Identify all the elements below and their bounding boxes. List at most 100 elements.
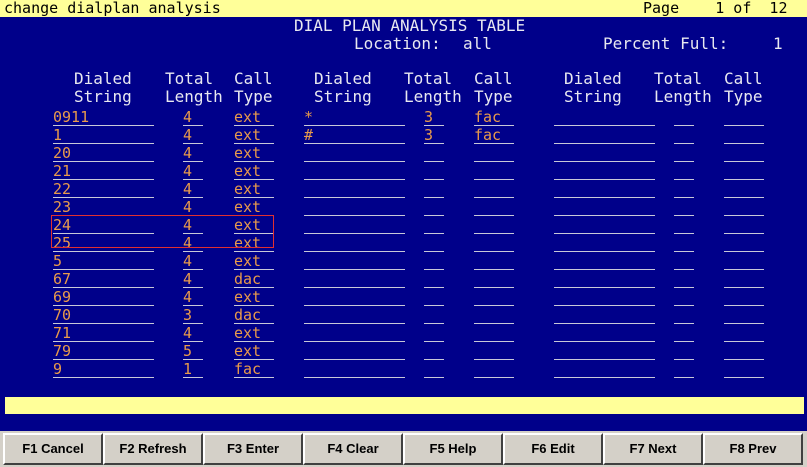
total-length-field[interactable]: [424, 253, 444, 270]
call-type-field[interactable]: [474, 271, 514, 288]
total-length-field[interactable]: 4: [183, 271, 203, 288]
dialed-string-field[interactable]: 79: [53, 343, 154, 360]
call-type-field[interactable]: [474, 307, 514, 324]
call-type-field[interactable]: fac: [474, 127, 514, 144]
dialed-string-field[interactable]: [304, 163, 405, 180]
total-length-field[interactable]: [424, 217, 444, 234]
call-type-field[interactable]: [724, 127, 764, 144]
call-type-field[interactable]: [724, 217, 764, 234]
dialed-string-field[interactable]: [554, 109, 655, 126]
call-type-field[interactable]: [474, 217, 514, 234]
dialed-string-field[interactable]: [304, 235, 405, 252]
total-length-field[interactable]: 4: [183, 145, 203, 162]
dialed-string-field[interactable]: [304, 145, 405, 162]
total-length-field[interactable]: 4: [183, 163, 203, 180]
dialed-string-field[interactable]: [554, 307, 655, 324]
command-line[interactable]: change dialplan analysis: [4, 0, 221, 17]
call-type-field[interactable]: [474, 145, 514, 162]
total-length-field[interactable]: [674, 289, 694, 306]
dialed-string-field[interactable]: [304, 217, 405, 234]
dialed-string-field[interactable]: [554, 361, 655, 378]
dialed-string-field[interactable]: [304, 307, 405, 324]
fkey-5-button[interactable]: F5 Help: [403, 433, 503, 465]
total-length-field[interactable]: 4: [183, 181, 203, 198]
dialed-string-field[interactable]: [554, 271, 655, 288]
dialed-string-field[interactable]: 21: [53, 163, 154, 180]
call-type-field[interactable]: ext: [234, 199, 274, 216]
dialed-string-field[interactable]: 9: [53, 361, 154, 378]
call-type-field[interactable]: [724, 289, 764, 306]
total-length-field[interactable]: 4: [183, 253, 203, 270]
call-type-field[interactable]: [724, 145, 764, 162]
total-length-field[interactable]: [674, 109, 694, 126]
total-length-field[interactable]: [424, 199, 444, 216]
call-type-field[interactable]: ext: [234, 289, 274, 306]
fkey-2-button[interactable]: F2 Refresh: [103, 433, 203, 465]
call-type-field[interactable]: [474, 253, 514, 270]
total-length-field[interactable]: [674, 163, 694, 180]
total-length-field[interactable]: [424, 235, 444, 252]
total-length-field[interactable]: [424, 289, 444, 306]
dialed-string-field[interactable]: [554, 127, 655, 144]
call-type-field[interactable]: [474, 235, 514, 252]
call-type-field[interactable]: [724, 307, 764, 324]
total-length-field[interactable]: [674, 127, 694, 144]
call-type-field[interactable]: [724, 361, 764, 378]
total-length-field[interactable]: [674, 145, 694, 162]
dialed-string-field[interactable]: [304, 289, 405, 306]
total-length-field[interactable]: 4: [183, 199, 203, 216]
dialed-string-field[interactable]: *: [304, 109, 405, 126]
total-length-field[interactable]: 4: [183, 217, 203, 234]
call-type-field[interactable]: fac: [234, 361, 274, 378]
dialed-string-field[interactable]: [304, 181, 405, 198]
dialed-string-field[interactable]: [554, 163, 655, 180]
dialed-string-field[interactable]: [554, 181, 655, 198]
total-length-field[interactable]: 3: [424, 127, 444, 144]
dialed-string-field[interactable]: 69: [53, 289, 154, 306]
total-length-field[interactable]: [424, 271, 444, 288]
call-type-field[interactable]: [724, 235, 764, 252]
total-length-field[interactable]: 3: [183, 307, 203, 324]
fkey-1-button[interactable]: F1 Cancel: [3, 433, 103, 465]
call-type-field[interactable]: ext: [234, 217, 274, 234]
call-type-field[interactable]: [474, 325, 514, 342]
dialed-string-field[interactable]: 71: [53, 325, 154, 342]
dialed-string-field[interactable]: [554, 145, 655, 162]
dialed-string-field[interactable]: 24: [53, 217, 154, 234]
total-length-field[interactable]: [674, 217, 694, 234]
fkey-6-button[interactable]: F6 Edit: [503, 433, 603, 465]
call-type-field[interactable]: [474, 181, 514, 198]
dialed-string-field[interactable]: [554, 217, 655, 234]
call-type-field[interactable]: ext: [234, 253, 274, 270]
total-length-field[interactable]: 4: [183, 127, 203, 144]
call-type-field[interactable]: [724, 163, 764, 180]
call-type-field[interactable]: [724, 181, 764, 198]
dialed-string-field[interactable]: 20: [53, 145, 154, 162]
dialed-string-field[interactable]: [554, 325, 655, 342]
fkey-4-button[interactable]: F4 Clear: [303, 433, 403, 465]
total-length-field[interactable]: [424, 145, 444, 162]
fkey-3-button[interactable]: F3 Enter: [203, 433, 303, 465]
call-type-field[interactable]: [724, 109, 764, 126]
total-length-field[interactable]: [424, 343, 444, 360]
call-type-field[interactable]: ext: [234, 325, 274, 342]
total-length-field[interactable]: 3: [424, 109, 444, 126]
total-length-field[interactable]: [424, 325, 444, 342]
dialed-string-field[interactable]: #: [304, 127, 405, 144]
dialed-string-field[interactable]: [554, 289, 655, 306]
total-length-field[interactable]: 5: [183, 343, 203, 360]
total-length-field[interactable]: [674, 271, 694, 288]
dialed-string-field[interactable]: 23: [53, 199, 154, 216]
total-length-field[interactable]: [674, 361, 694, 378]
dialed-string-field[interactable]: 0911: [53, 109, 154, 126]
total-length-field[interactable]: 4: [183, 289, 203, 306]
call-type-field[interactable]: ext: [234, 181, 274, 198]
total-length-field[interactable]: [674, 307, 694, 324]
dialed-string-field[interactable]: 1: [53, 127, 154, 144]
dialed-string-field[interactable]: [304, 271, 405, 288]
dialed-string-field[interactable]: 5: [53, 253, 154, 270]
call-type-field[interactable]: [474, 163, 514, 180]
call-type-field[interactable]: [474, 199, 514, 216]
fkey-8-button[interactable]: F8 Prev: [703, 433, 803, 465]
total-length-field[interactable]: [674, 199, 694, 216]
